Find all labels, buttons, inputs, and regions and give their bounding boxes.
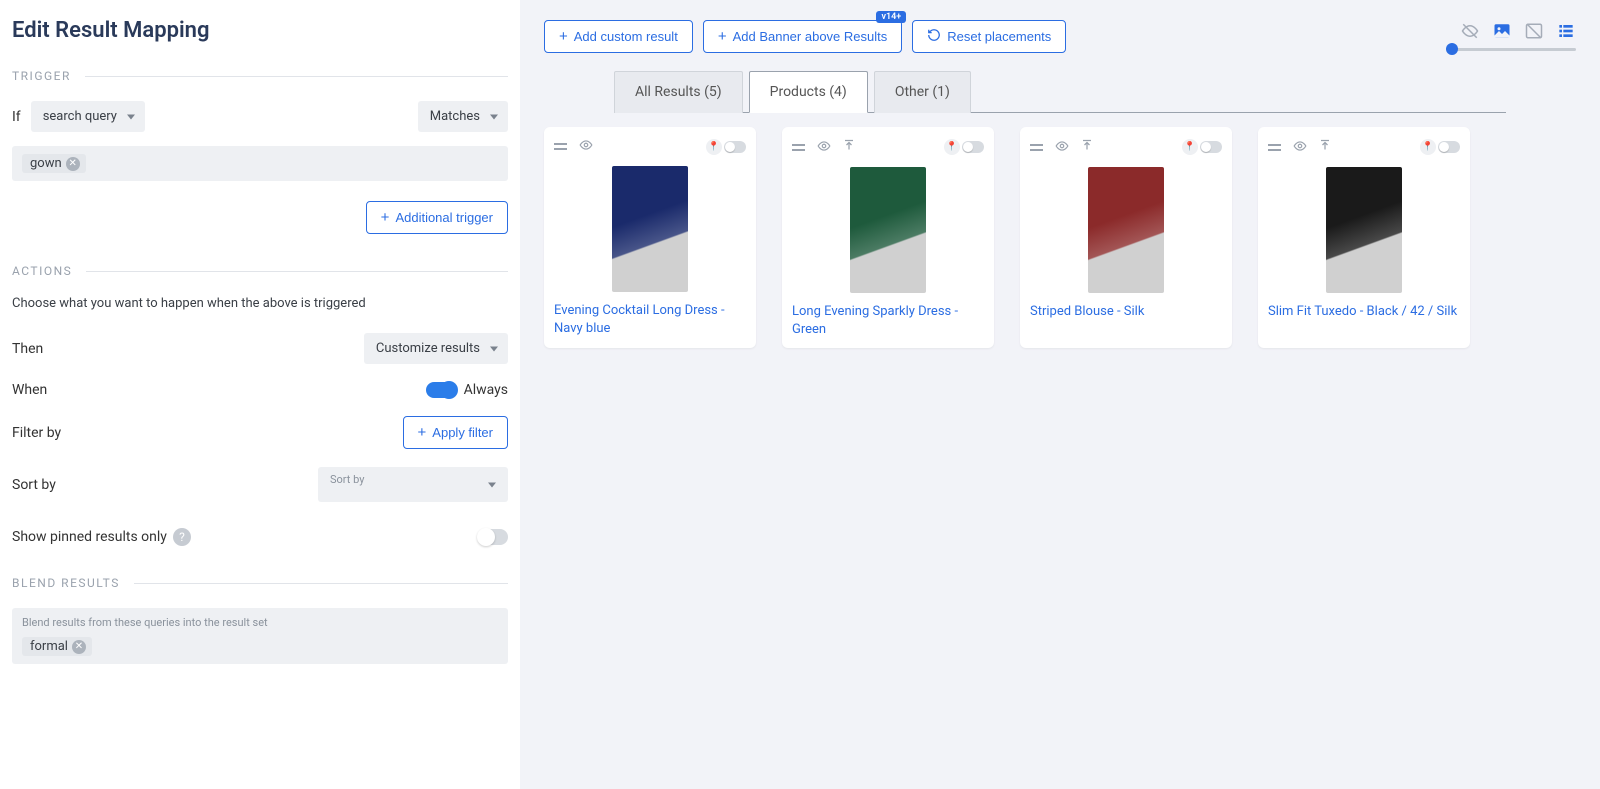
add-custom-result-button[interactable]: + Add custom result — [544, 20, 693, 53]
product-title[interactable]: Long Evening Sparkly Dress - Green — [792, 303, 984, 338]
filter-label: Filter by — [12, 425, 61, 441]
sort-dropdown[interactable]: Sort by — [318, 467, 508, 502]
section-blend: BLEND RESULTS — [12, 576, 508, 590]
move-top-icon[interactable] — [843, 137, 855, 157]
pin-toggle[interactable]: 📍 — [1420, 139, 1460, 155]
pin-toggle[interactable]: 📍 — [706, 139, 746, 155]
reset-icon — [927, 28, 941, 45]
add-banner-button[interactable]: + Add Banner above Results — [703, 20, 902, 53]
reset-label: Reset placements — [947, 29, 1051, 44]
eye-icon[interactable] — [577, 137, 595, 156]
additional-trigger-button[interactable]: + Additional trigger — [366, 201, 508, 234]
eye-icon[interactable] — [1053, 138, 1071, 157]
drag-icon[interactable] — [554, 143, 567, 150]
product-card: 📍 Evening Cocktail Long Dress - Navy blue — [544, 127, 756, 348]
pin-toggle[interactable]: 📍 — [1182, 139, 1222, 155]
match-dropdown[interactable]: Matches — [418, 101, 508, 132]
section-actions: ACTIONS — [12, 264, 508, 278]
drag-icon[interactable] — [792, 144, 805, 151]
tab[interactable]: Other (1) — [874, 71, 971, 113]
blend-tag: formal ✕ — [22, 637, 92, 656]
then-dropdown[interactable]: Customize results — [364, 333, 508, 364]
add-custom-label: Add custom result — [574, 29, 678, 44]
move-top-icon[interactable] — [1081, 137, 1093, 157]
tab[interactable]: Products (4) — [749, 71, 868, 113]
plus-icon: + — [418, 424, 427, 441]
product-title[interactable]: Evening Cocktail Long Dress - Navy blue — [554, 302, 746, 337]
image-off-icon[interactable] — [1524, 22, 1544, 40]
zoom-slider[interactable] — [1446, 48, 1576, 51]
pin-toggle[interactable]: 📍 — [944, 139, 984, 155]
pinned-label: Show pinned results only — [12, 529, 167, 545]
actions-help-text: Choose what you want to happen when the … — [12, 296, 508, 311]
drag-icon[interactable] — [1030, 144, 1043, 151]
blend-box[interactable]: Blend results from these queries into th… — [12, 608, 508, 664]
trigger-tag-text: gown — [30, 156, 62, 171]
when-value: Always — [464, 382, 508, 398]
drag-icon[interactable] — [1268, 144, 1281, 151]
remove-tag-icon[interactable]: ✕ — [66, 157, 80, 171]
image-icon[interactable] — [1492, 22, 1512, 40]
blend-tag-text: formal — [30, 639, 68, 654]
apply-filter-button[interactable]: + Apply filter — [403, 416, 508, 449]
product-card: 📍 Long Evening Sparkly Dress - Green — [782, 127, 994, 348]
plus-icon: + — [718, 28, 727, 45]
if-label: If — [12, 109, 21, 125]
eye-icon[interactable] — [815, 138, 833, 157]
product-title[interactable]: Striped Blouse - Silk — [1030, 303, 1222, 321]
then-label: Then — [12, 341, 43, 357]
trigger-tag: gown ✕ — [22, 154, 86, 173]
additional-trigger-label: Additional trigger — [395, 210, 493, 225]
plus-icon: + — [559, 28, 568, 45]
move-top-icon[interactable] — [1319, 137, 1331, 157]
pinned-toggle[interactable] — [478, 529, 508, 545]
when-label: When — [12, 382, 47, 398]
add-banner-label: Add Banner above Results — [733, 29, 888, 44]
apply-filter-label: Apply filter — [432, 425, 493, 440]
product-card: 📍 Slim Fit Tuxedo - Black / 42 / Silk — [1258, 127, 1470, 348]
page-title: Edit Result Mapping — [12, 18, 508, 43]
query-type-dropdown[interactable]: search query — [31, 101, 145, 132]
help-icon[interactable]: ? — [173, 528, 191, 546]
remove-tag-icon[interactable]: ✕ — [72, 640, 86, 654]
blend-desc: Blend results from these queries into th… — [22, 616, 498, 629]
hide-icon[interactable] — [1460, 22, 1480, 40]
section-trigger: TRIGGER — [12, 69, 508, 83]
sort-label: Sort by — [12, 477, 56, 493]
product-title[interactable]: Slim Fit Tuxedo - Black / 42 / Silk — [1268, 303, 1460, 321]
when-toggle[interactable] — [426, 382, 456, 398]
version-badge: v14+ — [876, 11, 906, 23]
plus-icon: + — [381, 209, 390, 226]
trigger-tags-box[interactable]: gown ✕ — [12, 146, 508, 181]
list-icon[interactable] — [1556, 22, 1576, 40]
product-card: 📍 Striped Blouse - Silk — [1020, 127, 1232, 348]
eye-icon[interactable] — [1291, 138, 1309, 157]
tab[interactable]: All Results (5) — [614, 71, 743, 113]
reset-placements-button[interactable]: Reset placements — [912, 20, 1066, 53]
